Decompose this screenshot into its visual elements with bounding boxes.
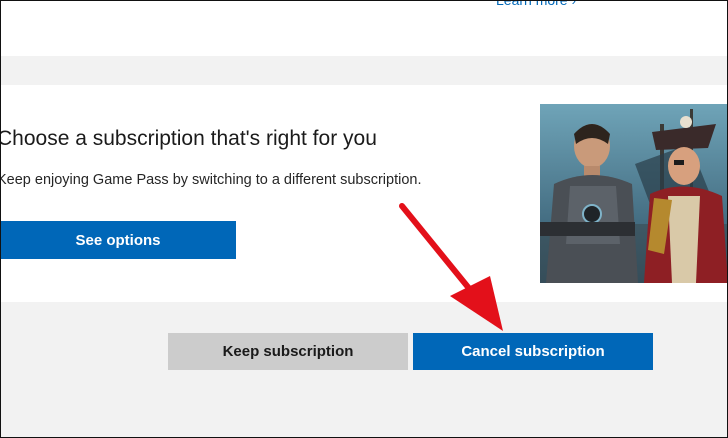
- game-pass-promo-image: [540, 104, 728, 283]
- cancel-subscription-button[interactable]: Cancel subscription: [413, 333, 653, 370]
- keep-subscription-button[interactable]: Keep subscription: [168, 333, 408, 370]
- chevron-right-icon: ›: [571, 0, 576, 8]
- see-options-button[interactable]: See options: [0, 221, 236, 259]
- card-description: Keep enjoying Game Pass by switching to …: [0, 172, 422, 188]
- promo-artwork-icon: [540, 104, 728, 283]
- previous-section-card: Learn more ›: [0, 0, 728, 56]
- learn-more-link[interactable]: Learn more ›: [496, 0, 576, 8]
- learn-more-label: Learn more: [496, 0, 568, 8]
- card-title: Choose a subscription that's right for y…: [0, 127, 377, 150]
